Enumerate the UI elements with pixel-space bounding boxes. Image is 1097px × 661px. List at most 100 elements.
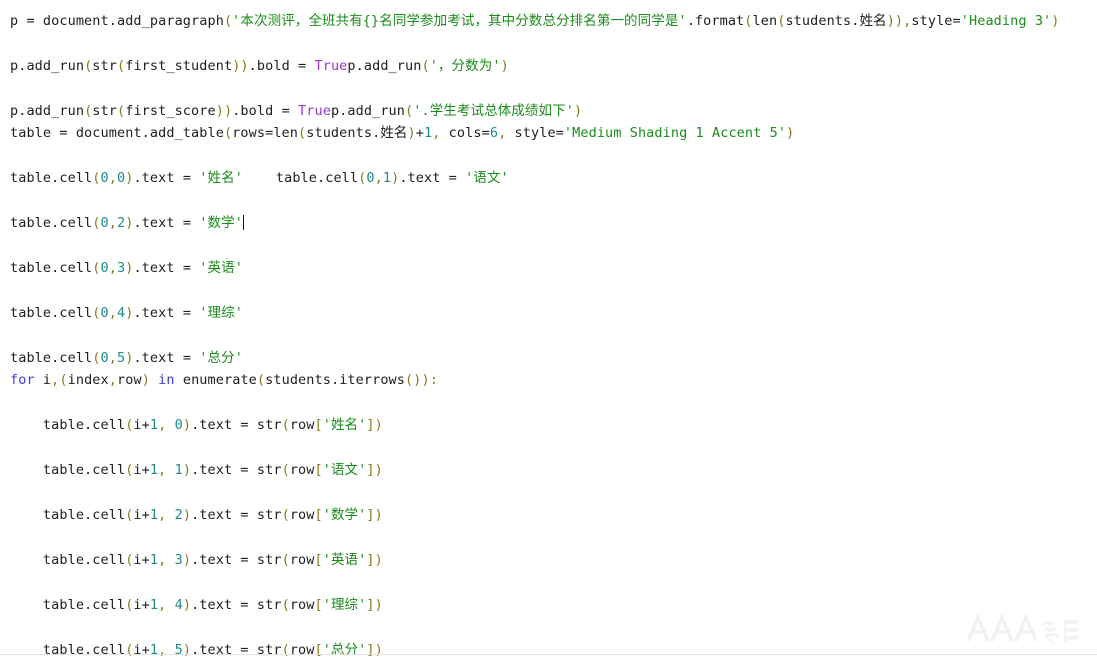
code-token-op: = [232, 462, 257, 478]
code-blank-line[interactable] [0, 32, 1097, 55]
code-line[interactable]: table.cell(0,3).text = '英语' [0, 257, 1097, 279]
code-line[interactable]: table.cell(i+1, 0).text = str(row['姓名']) [0, 414, 1097, 436]
code-token-op: = [440, 170, 466, 186]
code-token-plain: table.cell [10, 305, 93, 321]
code-line[interactable]: p.add_run(str(first_student)).bold = Tru… [0, 55, 1097, 77]
code-line[interactable]: table.cell(0,4).text = '理综' [0, 302, 1097, 324]
code-token-plain: .text [133, 260, 175, 276]
code-token-punct: ( [421, 58, 430, 74]
code-token-string: '语文' [465, 170, 509, 186]
code-line[interactable]: table.cell(i+1, 3).text = str(row['英语']) [0, 549, 1097, 571]
code-blank-line[interactable] [0, 481, 1097, 504]
code-token-punct: , [108, 215, 117, 231]
code-token-plain: table.cell [10, 597, 126, 613]
code-token-punct: , [108, 372, 117, 388]
code-token-num: 0 [100, 215, 109, 231]
code-token-op: = [174, 170, 200, 186]
code-line[interactable]: table = document.add_table(rows=len(stud… [0, 122, 1097, 144]
code-token-punct: ) [182, 597, 192, 613]
code-line[interactable]: table.cell(i+1, 1).text = str(row['语文']) [0, 459, 1097, 481]
code-token-punct: ]) [366, 462, 383, 478]
code-blank-line[interactable] [0, 436, 1097, 459]
code-token-op: = [232, 552, 257, 568]
code-token-plain: str [256, 507, 282, 523]
code-token-punct: ) [1051, 13, 1060, 29]
code-token-punct: ( [256, 372, 266, 388]
code-token-punct: ( [281, 642, 290, 658]
code-token-plain: i [133, 417, 142, 433]
code-blank-line[interactable] [0, 526, 1097, 549]
code-token-num: 1 [149, 597, 159, 613]
code-token-plain: table.cell [275, 170, 359, 186]
code-token-punct: ) [573, 103, 583, 119]
bottom-divider [0, 654, 1097, 655]
code-token-string: 'Heading 3' [960, 13, 1052, 29]
code-token-num: 1 [382, 170, 392, 186]
code-token-plain: .text [191, 597, 233, 613]
code-token-punct: ( [92, 350, 101, 366]
code-token-op: = [481, 125, 490, 141]
code-token-plain: cols [448, 125, 482, 141]
code-token-punct: ) [182, 552, 192, 568]
code-line[interactable]: p = document.add_paragraph('本次测评，全班共有{}名… [0, 10, 1097, 32]
text-caret [242, 215, 244, 230]
code-token-plain: rows [232, 125, 266, 141]
code-token-punct: )) [886, 13, 904, 29]
code-token-plain: .text [133, 170, 175, 186]
code-token-op: = [174, 305, 200, 321]
code-token-plain: i [133, 642, 142, 658]
code-line[interactable]: table.cell(i+1, 5).text = str(row['总分']) [0, 639, 1097, 661]
code-token-string: '总分' [199, 350, 243, 366]
code-line[interactable]: table.cell(0,5).text = '总分' [0, 347, 1097, 369]
code-token-plain: .text [133, 215, 175, 231]
code-token-plain: p [10, 13, 19, 29]
code-token-op: + [141, 462, 150, 478]
code-blank-line[interactable] [0, 571, 1097, 594]
code-token-string: '理综' [322, 597, 367, 613]
code-token-plain: row [289, 642, 315, 658]
code-blank-line[interactable] [0, 234, 1097, 257]
code-blank-line[interactable] [0, 189, 1097, 212]
code-token-punct: ( [116, 58, 126, 74]
code-token-punct: , [158, 507, 175, 523]
code-token-num: 1 [423, 125, 433, 141]
code-token-plain: p.add_run [330, 103, 406, 119]
code-token-const: True [298, 103, 331, 119]
code-blank-line[interactable] [0, 616, 1097, 639]
code-token-op: = [174, 260, 200, 276]
code-token-string: '本次测评，全班共有{}名同学参加考试，其中分数总分排名第一的同学是' [232, 13, 687, 29]
code-token-string: '姓名' [322, 417, 367, 433]
code-blank-line[interactable] [0, 77, 1097, 100]
code-token-string: '总分' [322, 642, 367, 658]
code-token-punct: ( [281, 597, 290, 613]
code-line[interactable]: for i,(index,row) in enumerate(students.… [0, 369, 1097, 391]
code-editor-content[interactable]: p = document.add_paragraph('本次测评，全班共有{}名… [0, 0, 1097, 661]
code-token-punct: ( [92, 170, 101, 186]
code-token-punct: ( [281, 552, 290, 568]
code-token-punct: ( [223, 13, 233, 29]
code-token-punct: [ [314, 507, 323, 523]
code-token-num: 0 [100, 260, 109, 276]
code-token-string: '语文' [322, 462, 367, 478]
code-token-num: 1 [174, 462, 183, 478]
code-line[interactable]: table.cell(0,0).text = '姓名' table.cell(0… [0, 167, 1097, 189]
code-blank-line[interactable] [0, 144, 1097, 167]
code-token-num: 1 [149, 642, 159, 658]
code-token-plain: table.cell [10, 260, 93, 276]
code-token-plain: table.cell [10, 462, 126, 478]
code-line[interactable]: table.cell(i+1, 4).text = str(row['理综']) [0, 594, 1097, 616]
code-line[interactable]: table.cell(i+1, 2).text = str(row['数学']) [0, 504, 1097, 526]
code-token-op: + [141, 552, 150, 568]
code-token-op: = [18, 13, 43, 29]
code-line[interactable]: p.add_run(str(first_score)).bold = Truep… [0, 100, 1097, 122]
code-blank-line[interactable] [0, 324, 1097, 347]
code-line[interactable]: table.cell(0,2).text = '数学' [0, 212, 1097, 234]
code-token-punct: , [158, 417, 175, 433]
code-blank-line[interactable] [0, 279, 1097, 302]
code-token-plain: table.cell [10, 350, 93, 366]
code-token-plain: str [92, 103, 117, 119]
code-token-string: '，分数为' [429, 58, 501, 74]
code-blank-line[interactable] [0, 391, 1097, 414]
code-token-punct: , [108, 170, 117, 186]
